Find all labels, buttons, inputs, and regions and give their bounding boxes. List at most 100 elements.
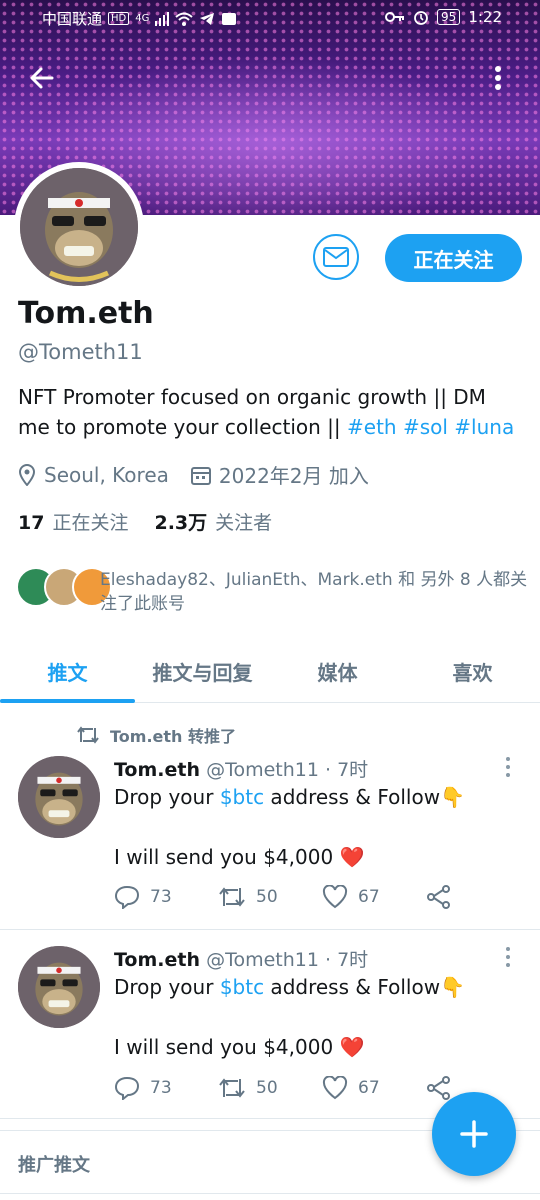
- share-icon: [427, 1076, 450, 1100]
- tweet-header: Tom.eth @Tometh11 · 7时: [114, 945, 368, 972]
- promoted-label: 推广推文: [18, 1155, 90, 1176]
- tweet-line-2: I will send you $4,000 ❤️: [114, 1035, 365, 1059]
- key-icon: [385, 12, 405, 22]
- followers-count: 2.3万: [154, 512, 208, 534]
- followers-label: 关注者: [215, 512, 273, 534]
- retweet-button[interactable]: 50: [218, 886, 322, 908]
- tweet-text-part: Drop your: [114, 785, 220, 809]
- heart-icon: [322, 885, 348, 909]
- tweet-line-2: I will send you $4,000 ❤️: [114, 845, 365, 869]
- following-button[interactable]: 正在关注: [385, 234, 522, 282]
- tweet-text-part: Drop your: [114, 975, 220, 999]
- location-item: Seoul, Korea: [18, 463, 169, 487]
- reply-count: 73: [150, 887, 172, 907]
- tweet-text: Drop your $btc address & Follow👇 I will …: [114, 782, 514, 872]
- tweet-more-button[interactable]: [498, 945, 518, 969]
- like-count: 67: [358, 1078, 380, 1098]
- known-followers-text[interactable]: Eleshaday82、JulianEth、Mark.eth 和 另外 8 人都…: [100, 568, 530, 616]
- following-stat[interactable]: 17 正在关注: [18, 508, 128, 535]
- tweet-actions: 73 50 67: [114, 885, 530, 909]
- tweet-line-1: Drop your $btc address & Follow👇: [114, 972, 514, 1002]
- plus-icon: [460, 1120, 488, 1148]
- tweet-more-button[interactable]: [498, 755, 518, 779]
- back-button[interactable]: [24, 60, 60, 96]
- profile-tabs: 推文 推文与回复 媒体 喜欢: [0, 640, 540, 703]
- tweet-line-1: Drop your $btc address & Follow👇: [114, 782, 514, 812]
- retweet-indicator: Tom.eth 转推了: [76, 723, 236, 747]
- tab-tweets-replies[interactable]: 推文与回复: [135, 640, 270, 702]
- telegram-icon: [200, 12, 215, 25]
- tweet-time: · 7时: [324, 759, 369, 781]
- retweet-icon: [77, 726, 99, 744]
- battery-indicator: 95: [437, 9, 461, 25]
- tweet-author-name: Tom.eth: [114, 759, 201, 781]
- app-notification-icon: [222, 12, 237, 25]
- followers-stat[interactable]: 2.3万 关注者: [154, 508, 272, 535]
- following-count: 17: [18, 512, 45, 534]
- tweet-item[interactable]: Tom.eth @Tometh11 · 7时 Drop your $btc ad…: [0, 930, 540, 1119]
- hashtag-sol[interactable]: #sol: [403, 415, 448, 439]
- share-icon: [427, 885, 450, 909]
- retweet-count: 50: [256, 1078, 278, 1098]
- like-button[interactable]: 67: [322, 1076, 426, 1100]
- location-pin-icon: [18, 463, 36, 486]
- compose-tweet-button[interactable]: [432, 1092, 516, 1176]
- known-followers-avatars[interactable]: [16, 567, 112, 607]
- more-vertical-icon: [506, 947, 510, 967]
- tweet-text-part: address & Follow👇: [264, 975, 465, 999]
- tweet-text-part: address & Follow👇: [264, 785, 465, 809]
- more-vertical-icon: [506, 757, 510, 777]
- more-vertical-icon: [495, 66, 501, 90]
- following-label: 正在关注: [52, 512, 129, 534]
- tab-media[interactable]: 媒体: [270, 640, 405, 702]
- reply-button[interactable]: 73: [114, 1076, 218, 1100]
- envelope-icon: [323, 247, 349, 267]
- like-button[interactable]: 67: [322, 885, 426, 909]
- profile-stats: 17 正在关注 2.3万 关注者: [18, 508, 272, 535]
- tweet-time: · 7时: [324, 949, 369, 971]
- tab-tweets[interactable]: 推文: [0, 640, 135, 703]
- carrier-label: 中国联通: [42, 10, 103, 28]
- tweet-author-handle: @Tometh11: [206, 759, 319, 781]
- profile-handle: @Tometh11: [18, 340, 143, 364]
- tweet-avatar[interactable]: [18, 946, 100, 1028]
- cashtag-link[interactable]: $btc: [220, 785, 264, 809]
- calendar-icon: [190, 466, 211, 485]
- heart-icon: [322, 1076, 348, 1100]
- hd-icon: HD: [108, 12, 130, 25]
- more-options-button[interactable]: [480, 60, 516, 96]
- joined-text: 2022年2月 加入: [218, 464, 369, 488]
- joined-item: 2022年2月 加入: [190, 460, 369, 489]
- retweet-icon: [219, 1078, 245, 1098]
- tweet-author-handle: @Tometh11: [206, 949, 319, 971]
- profile-meta: Seoul, Korea 2022年2月 加入: [18, 460, 391, 489]
- tab-likes[interactable]: 喜欢: [405, 640, 540, 702]
- reply-icon: [114, 885, 140, 909]
- retweet-label: Tom.eth 转推了: [110, 727, 236, 746]
- tweet-item[interactable]: Tom.eth 转推了 Tom.eth @Tometh11 · 7时 Drop …: [0, 703, 540, 930]
- location-text: Seoul, Korea: [44, 462, 169, 487]
- wifi-icon: [175, 12, 194, 26]
- tweet-avatar[interactable]: [18, 756, 100, 838]
- reply-button[interactable]: 73: [114, 885, 218, 909]
- network-label: 4G: [135, 13, 150, 24]
- retweet-button[interactable]: 50: [218, 1077, 322, 1099]
- tweet-author-name: Tom.eth: [114, 949, 201, 971]
- ape-avatar-image: [20, 168, 138, 286]
- tweet-text: Drop your $btc address & Follow👇 I will …: [114, 972, 514, 1062]
- hashtag-luna[interactable]: #luna: [454, 415, 514, 439]
- alarm-icon: [414, 11, 428, 25]
- message-button[interactable]: [313, 234, 359, 280]
- profile-name: Tom.eth: [18, 296, 154, 331]
- profile-bio: NFT Promoter focused on organic growth |…: [18, 382, 518, 442]
- reply-icon: [114, 1076, 140, 1100]
- hashtag-eth[interactable]: #eth: [347, 415, 397, 439]
- share-button[interactable]: [426, 885, 530, 909]
- clock: 1:22: [468, 8, 502, 26]
- tweet-header: Tom.eth @Tometh11 · 7时: [114, 755, 368, 782]
- cashtag-link[interactable]: $btc: [220, 975, 264, 999]
- signal-icon: [155, 11, 170, 26]
- like-count: 67: [358, 887, 380, 907]
- profile-avatar[interactable]: [14, 162, 144, 292]
- reply-count: 73: [150, 1078, 172, 1098]
